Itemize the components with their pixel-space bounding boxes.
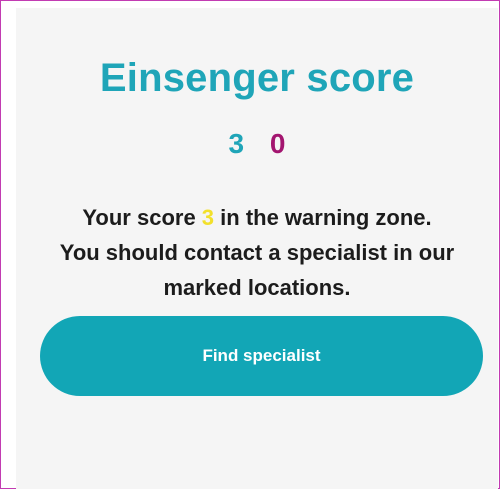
message-line-2: You should contact a specialist in our [59,240,455,265]
message-line-1: Your score 3 in the warning zone. [34,200,480,235]
find-specialist-button[interactable]: Find specialist [40,316,483,396]
warning-message: Your score 3 in the warning zone. You sh… [34,200,480,305]
page-title: Einsenger score [99,56,415,100]
score-values: 3 0 [16,128,498,160]
primary-score: 3 [228,128,245,159]
message-score: 3 [201,205,215,230]
message-line-3: marked locations. [163,275,351,300]
score-panel: Einsenger score 3 0 Your score 3 in the … [16,8,498,489]
secondary-score: 0 [269,128,286,159]
message-prefix: Your score [82,205,202,230]
find-specialist-label: Find specialist [202,346,321,365]
message-suffix: in the warning zone. [214,205,432,230]
